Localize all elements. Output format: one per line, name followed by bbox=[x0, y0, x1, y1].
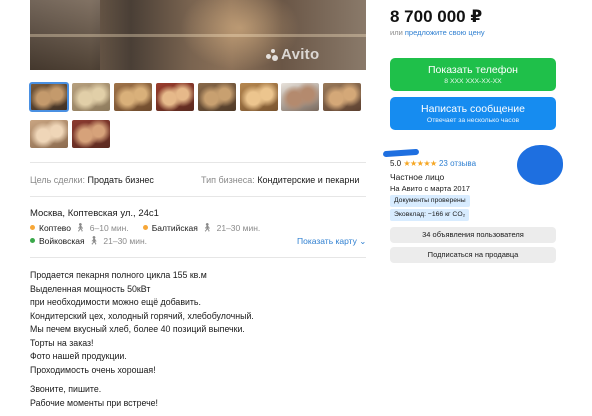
seller-avatar[interactable] bbox=[517, 145, 563, 185]
show-map-label: Показать карту bbox=[297, 236, 357, 246]
thumbnail-counter[interactable] bbox=[29, 82, 69, 112]
thumbnail-buns[interactable] bbox=[71, 83, 110, 111]
thumbnail-bread[interactable] bbox=[113, 83, 152, 111]
response-time: Отвечает за несколько часов bbox=[426, 117, 520, 124]
divider bbox=[30, 257, 366, 258]
offer-price-link[interactable]: предложите свою цену bbox=[405, 28, 485, 37]
metro-station: Коптево 🚶︎ 6–10 мин. Балтийская 🚶︎ 21–30… bbox=[30, 222, 260, 233]
description-line: Рабочие моменты при встрече! bbox=[30, 397, 159, 408]
documents-badge: Документы проверены bbox=[390, 195, 470, 207]
metro-time: 21–30 мин. bbox=[103, 235, 148, 246]
reviews-link[interactable]: 23 отзыва bbox=[439, 159, 476, 168]
metro-name: Балтийская bbox=[151, 222, 198, 233]
subscribe-seller-button[interactable]: Подписаться на продавца bbox=[390, 247, 556, 263]
thumbnail-cake[interactable] bbox=[281, 83, 320, 111]
metro-line-dot bbox=[142, 225, 148, 230]
rating-stars-icon: ★★★★★ bbox=[403, 159, 437, 168]
eco-badge: Эковклад: −166 кг CO₂ bbox=[390, 209, 470, 221]
description-line: Звоните, пишите. bbox=[30, 384, 102, 394]
description-line: Фото нашей продукции. bbox=[30, 351, 127, 361]
price-offer: или предложите свою цену bbox=[390, 28, 485, 37]
metro-name: Войковская bbox=[39, 235, 85, 246]
deal-goal: Цель сделки: Продать бизнес bbox=[30, 175, 154, 185]
description-line: Торты на заказ! bbox=[30, 337, 94, 348]
deal-goal-value: Продать бизнес bbox=[87, 175, 154, 185]
thumbnail-tart[interactable] bbox=[155, 83, 194, 111]
description-line: Кондитерский цех, холодный горячий, хлеб… bbox=[30, 310, 254, 321]
write-message-label: Написать сообщение bbox=[421, 103, 525, 115]
price-or: или bbox=[390, 28, 403, 37]
thumbnail-pastry[interactable] bbox=[239, 83, 278, 111]
main-photo[interactable]: Avito bbox=[30, 0, 366, 70]
business-type: Тип бизнеса: Кондитерские и пекарни bbox=[201, 175, 359, 185]
metro-line-dot bbox=[30, 238, 35, 243]
address: Москва, Коптевская ул., 24с1 bbox=[30, 208, 159, 219]
write-message-button[interactable]: Написать сообщение Отвечает за несколько… bbox=[390, 97, 556, 130]
metro-station: Войковская 🚶︎ 21–30 мин. bbox=[30, 235, 147, 246]
seller-since: На Авито с марта 2017 bbox=[390, 184, 470, 193]
photo-shelf bbox=[30, 34, 366, 37]
seller-rating: 5.0 ★★★★★ 23 отзыва bbox=[390, 159, 476, 168]
divider bbox=[30, 196, 366, 197]
seller-listings-button[interactable]: 34 объявления пользователя bbox=[390, 227, 556, 243]
metro-name: Коптево bbox=[39, 222, 71, 233]
thumbnail-loaf[interactable] bbox=[323, 83, 362, 111]
business-type-value: Кондитерские и пекарни bbox=[257, 175, 360, 185]
walk-icon: 🚶︎ bbox=[74, 222, 86, 232]
description-line: при необходимости можно ещё добавить. bbox=[30, 297, 201, 307]
description-line: Выделенная мощность 50кВт bbox=[30, 283, 151, 294]
thumbnail-cookies[interactable] bbox=[30, 120, 68, 148]
price: 8 700 000 ₽ bbox=[390, 7, 483, 26]
thumbnail-berry-tart[interactable] bbox=[71, 120, 110, 148]
show-map-link[interactable]: Показать карту ⌄ bbox=[297, 236, 366, 247]
walk-icon: 🚶︎ bbox=[88, 235, 100, 245]
avito-logo-icon bbox=[266, 48, 278, 61]
description-line: Продается пекарня полного цикла 155 кв.м bbox=[30, 270, 207, 280]
show-phone-label: Показать телефон bbox=[428, 64, 518, 76]
metro-line-dot bbox=[30, 225, 35, 230]
walk-icon: 🚶︎ bbox=[201, 222, 213, 232]
business-type-label: Тип бизнеса: bbox=[201, 175, 255, 185]
seller-type[interactable]: Частное лицо bbox=[390, 172, 444, 182]
avito-watermark: Avito bbox=[266, 46, 319, 63]
redaction-mark bbox=[382, 148, 420, 158]
description-line: Проходимость очень хорошая! bbox=[30, 364, 156, 375]
show-phone-button[interactable]: Показать телефон 8 XXX XXX-XX-XX bbox=[390, 58, 556, 91]
avito-watermark-text: Avito bbox=[281, 46, 320, 63]
deal-goal-label: Цель сделки: bbox=[30, 175, 85, 185]
rating-value: 5.0 bbox=[390, 159, 402, 168]
divider bbox=[30, 162, 366, 163]
thumbnail-rolls[interactable] bbox=[197, 83, 236, 111]
metro-time: 6–10 мин. bbox=[89, 222, 129, 233]
phone-mask: 8 XXX XXX-XX-XX bbox=[444, 78, 502, 85]
chevron-down-icon: ⌄ bbox=[359, 236, 367, 246]
metro-time: 21–30 мин. bbox=[216, 222, 261, 233]
description-line: Мы печем вкусный хлеб, более 40 позиций … bbox=[30, 324, 245, 334]
